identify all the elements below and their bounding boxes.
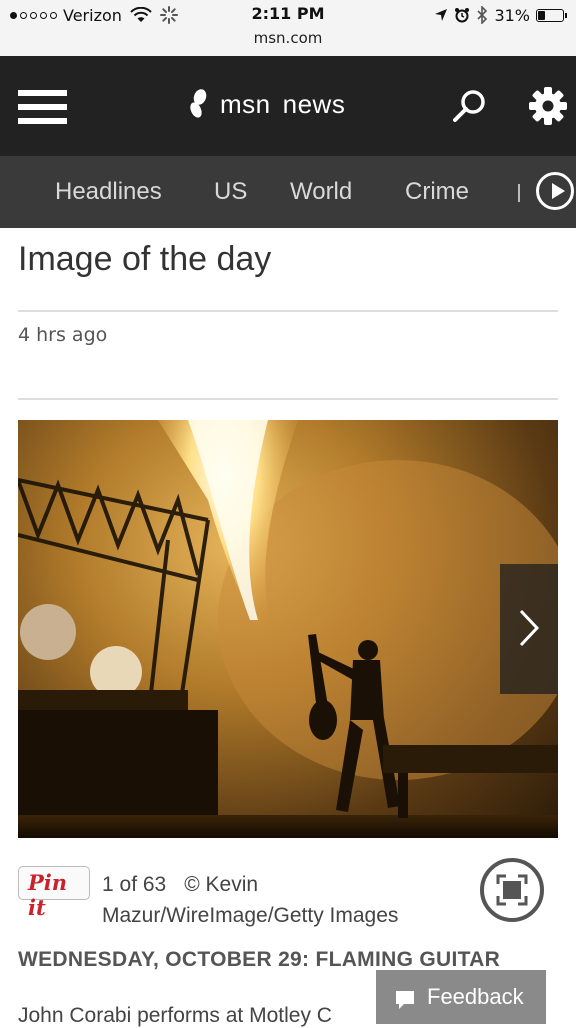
tab-crime[interactable]: Crime <box>405 178 469 206</box>
article-body: John Corabi performs at Motley C <box>18 1004 332 1027</box>
brand-name: msn <box>220 88 271 119</box>
divider <box>18 310 558 312</box>
search-icon[interactable] <box>452 88 488 124</box>
hamburger-menu-icon[interactable] <box>18 90 67 124</box>
speech-bubble-icon <box>396 991 414 1009</box>
gear-icon[interactable] <box>528 86 568 126</box>
address-url[interactable]: msn.com <box>0 29 576 47</box>
battery-percent: 31% <box>494 5 530 25</box>
expand-icon <box>496 874 528 906</box>
article-headline: WEDNESDAY, OCTOBER 29: FLAMING GUITAR <box>18 948 501 971</box>
feedback-label: Feedback <box>427 984 524 1009</box>
divider <box>18 398 558 400</box>
tab-headlines[interactable]: Headlines <box>55 178 162 206</box>
timestamp: 4 hrs ago <box>18 324 108 346</box>
pin-it-label: Pin it <box>28 870 68 920</box>
msn-butterfly-icon <box>190 89 207 118</box>
msn-news-logo[interactable]: msn news <box>186 88 345 120</box>
chevron-right-icon <box>519 609 540 647</box>
photo-credit-line: Mazur/WireImage/Getty Images <box>102 904 399 927</box>
site-header: msn news <box>0 56 576 156</box>
pin-it-button[interactable]: Pin it <box>18 866 90 920</box>
battery-icon <box>536 8 567 22</box>
status-right: 31% <box>434 4 567 26</box>
status-bar: Verizon 2:11 PM msn.com 31% <box>0 0 576 56</box>
slide-counter: 1 of 63 <box>102 873 167 896</box>
brand-section: news <box>282 88 346 119</box>
location-arrow-icon <box>435 9 448 21</box>
article-photo[interactable] <box>18 420 558 838</box>
play-circle-icon[interactable] <box>536 172 574 210</box>
next-slide-button[interactable] <box>500 564 558 694</box>
tab-world[interactable]: World <box>290 178 352 206</box>
alarm-clock-icon <box>455 8 470 23</box>
page-title: Image of the day <box>18 240 272 278</box>
category-nav: Headlines US World Crime <box>0 156 576 228</box>
photo-credit: © Kevin <box>184 873 259 896</box>
feedback-button[interactable]: Feedback <box>376 970 546 1024</box>
tab-overflow-divider <box>518 184 520 202</box>
tab-us[interactable]: US <box>214 178 247 206</box>
bluetooth-icon <box>477 6 488 24</box>
concert-photo-illustration <box>18 420 558 838</box>
photo-caption: 1 of 63 © Kevin Mazur/WireImage/Getty Ima… <box>102 869 472 927</box>
fullscreen-icon[interactable] <box>480 858 544 922</box>
